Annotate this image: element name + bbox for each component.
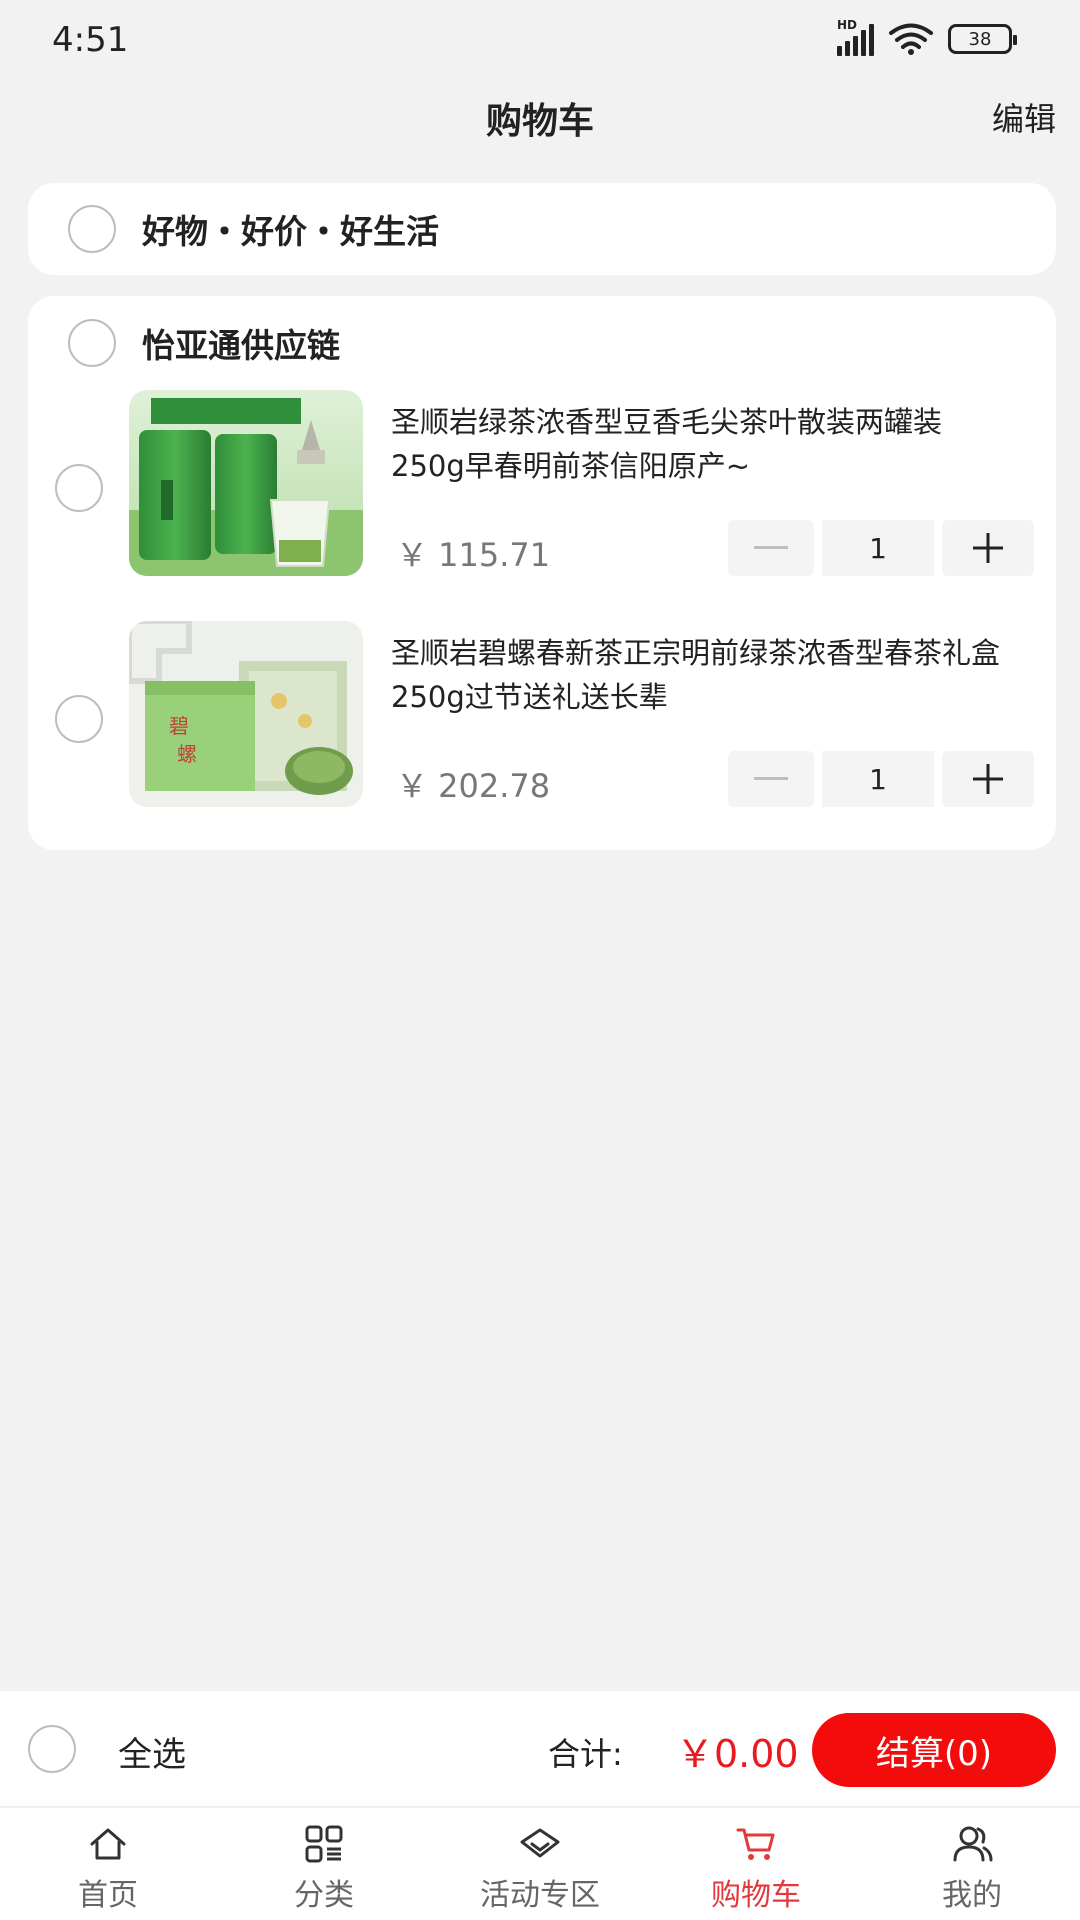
increase-quantity-button[interactable] <box>942 520 1034 576</box>
svg-text:碧: 碧 <box>169 714 189 738</box>
plus-icon <box>973 533 1003 563</box>
shop-group-header: 怡亚通供应链 <box>28 296 1056 390</box>
promo-group-card: 好物・好价・好生活 <box>28 183 1056 275</box>
increase-quantity-button[interactable] <box>942 751 1034 807</box>
quantity-stepper: 1 <box>728 751 1034 807</box>
activity-icon <box>520 1828 560 1858</box>
shop-name: 怡亚通供应链 <box>142 326 340 365</box>
total-value: ￥0.00 <box>676 1732 799 1776</box>
tab-label: 活动专区 <box>480 1878 600 1913</box>
promo-group-header: 好物・好价・好生活 <box>28 183 1056 275</box>
item-select-radio[interactable] <box>55 695 103 743</box>
checkout-button[interactable]: 结算(0) <box>812 1713 1056 1787</box>
battery-level: 38 <box>968 28 992 50</box>
cart-item: 碧 螺 圣顺岩碧螺春新茶正宗明前绿茶浓香型春茶礼盒250g过节送礼送长辈 ￥ 2… <box>28 621 1056 807</box>
battery-icon: 38 <box>948 24 1017 54</box>
cellular-signal-icon: HD <box>837 18 874 56</box>
home-icon <box>90 1828 126 1860</box>
total-label: 合计: <box>548 1735 623 1773</box>
select-all-label[interactable]: 全选 <box>118 1727 186 1776</box>
wifi-icon <box>889 23 933 55</box>
tab-label: 分类 <box>294 1878 354 1913</box>
decrease-quantity-button[interactable] <box>728 751 814 807</box>
item-title[interactable]: 圣顺岩绿茶浓香型豆香毛尖茶叶散装两罐装250g早春明前茶信阳原产~ <box>391 400 1011 488</box>
tab-label: 我的 <box>942 1878 1002 1913</box>
tab-label: 购物车 <box>711 1878 801 1913</box>
tab-profile[interactable]: 我的 <box>864 1808 1080 1920</box>
tab-cart[interactable]: 购物车 <box>648 1808 864 1920</box>
promo-group-select-radio[interactable] <box>68 205 116 253</box>
network-type-label: HD <box>837 18 858 32</box>
profile-icon <box>953 1826 993 1862</box>
promo-group-name: 好物・好价・好生活 <box>142 212 439 251</box>
tab-category[interactable]: 分类 <box>216 1808 432 1920</box>
minus-icon <box>754 546 788 549</box>
status-time: 4:51 <box>52 20 129 60</box>
maojian-tea-tins-image[interactable] <box>129 390 363 576</box>
status-icons: HD 38 <box>837 18 1017 56</box>
tab-activity[interactable]: 活动专区 <box>432 1808 648 1920</box>
item-price: ￥ 202.78 <box>396 767 551 805</box>
biluochun-gift-box-image[interactable]: 碧 螺 <box>129 621 363 807</box>
quantity-value[interactable]: 1 <box>822 520 934 576</box>
cart-icon <box>736 1828 775 1860</box>
category-icon <box>305 1825 343 1863</box>
decrease-quantity-button[interactable] <box>728 520 814 576</box>
item-title[interactable]: 圣顺岩碧螺春新茶正宗明前绿茶浓香型春茶礼盒250g过节送礼送长辈 <box>391 631 1011 719</box>
edit-button[interactable]: 编辑 <box>992 94 1056 140</box>
cart-item: 圣顺岩绿茶浓香型豆香毛尖茶叶散装两罐装250g早春明前茶信阳原产~ ￥ 115.… <box>28 390 1056 576</box>
page-header: 购物车 编辑 <box>0 80 1080 150</box>
item-select-radio[interactable] <box>55 464 103 512</box>
quantity-stepper: 1 <box>728 520 1034 576</box>
item-price: ￥ 115.71 <box>396 536 551 574</box>
tab-label: 首页 <box>78 1878 138 1913</box>
quantity-value[interactable]: 1 <box>822 751 934 807</box>
minus-icon <box>754 777 788 780</box>
bottom-tab-bar: 首页 分类 活动专区 购物车 我的 <box>0 1808 1080 1920</box>
status-bar: 4:51 HD 38 <box>0 0 1080 80</box>
select-all-radio[interactable] <box>28 1725 76 1773</box>
shop-select-radio[interactable] <box>68 319 116 367</box>
svg-text:螺: 螺 <box>177 742 197 766</box>
shop-group-card: 怡亚通供应链 圣顺岩绿茶浓香型豆香毛尖茶叶散装两罐装250g早春明前茶信阳原产~… <box>28 296 1056 850</box>
checkout-bar: 全选 合计: ￥0.00 结算(0) <box>0 1691 1080 1807</box>
page-title: 购物车 <box>485 101 594 142</box>
plus-icon <box>973 764 1003 794</box>
tab-home[interactable]: 首页 <box>0 1808 216 1920</box>
